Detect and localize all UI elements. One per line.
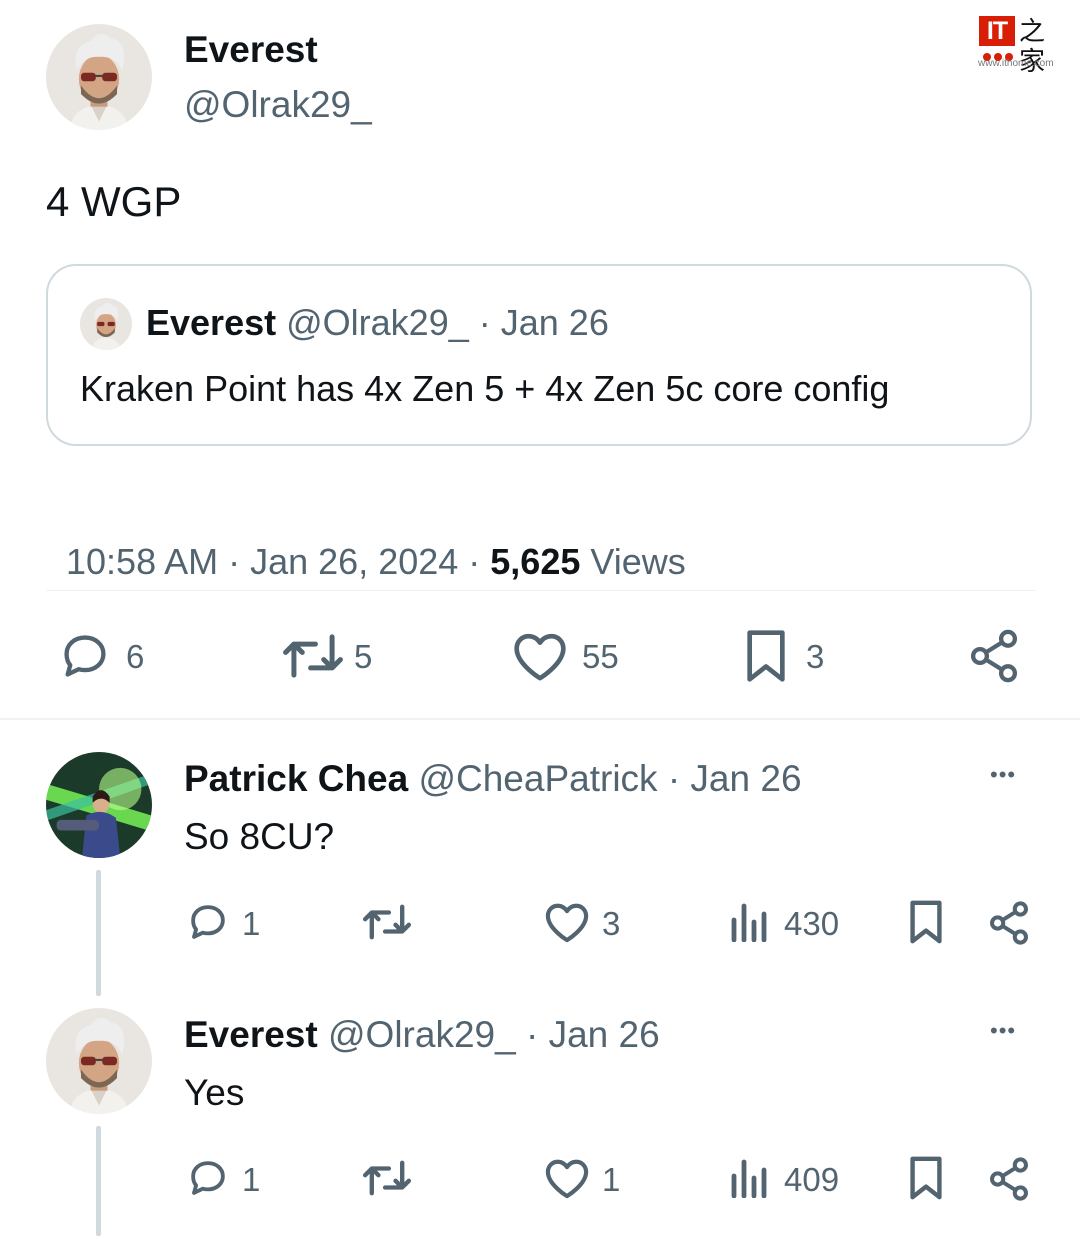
quoted-date: · Jan 26 <box>478 302 609 343</box>
watermark-dots <box>983 48 1019 61</box>
views-count: 5,625 <box>490 541 581 582</box>
like-icon[interactable] <box>544 901 590 943</box>
share-icon[interactable] <box>988 1156 1030 1202</box>
reply-icon[interactable] <box>186 901 230 943</box>
watermark-url: www.ithome.com <box>978 58 1054 69</box>
share-icon[interactable] <box>968 628 1020 684</box>
views-icon[interactable] <box>728 1158 768 1198</box>
bookmark-count: 3 <box>806 638 825 675</box>
author-name[interactable]: Everest <box>184 29 318 71</box>
reply-count: 1 <box>242 905 261 942</box>
views-icon[interactable] <box>728 902 768 942</box>
repost-icon[interactable] <box>362 903 412 941</box>
bookmark-icon[interactable] <box>908 899 944 945</box>
views-count: 430 <box>784 905 840 942</box>
ithome-watermark: IT 之家 www.ithome.com <box>978 14 1064 76</box>
quoted-header: Everest @Olrak29_ · Jan 26 <box>146 302 609 344</box>
reply-header: Patrick Chea @CheaPatrick · Jan 26 <box>184 758 802 800</box>
repost-icon[interactable] <box>282 632 344 680</box>
quoted-author-avatar <box>80 298 132 350</box>
views-label: Views <box>580 541 686 582</box>
tweet-timestamp: 10:58 AM · Jan 26, 2024 · <box>66 541 491 582</box>
reply-author-avatar[interactable] <box>46 752 152 858</box>
quoted-author-name: Everest <box>146 302 277 343</box>
bookmark-icon[interactable] <box>908 1155 944 1201</box>
repost-count: 5 <box>354 638 373 675</box>
divider <box>0 718 1080 720</box>
like-icon[interactable] <box>544 1157 590 1199</box>
reply-author-handle[interactable]: @CheaPatrick <box>418 758 657 799</box>
reply-icon[interactable] <box>58 630 112 682</box>
tweet-text: 4 WGP <box>46 178 182 225</box>
watermark-logo: IT <box>979 16 1015 46</box>
thread-line <box>96 870 101 996</box>
reply-date[interactable]: · Jan 26 <box>526 1014 660 1055</box>
like-count: 1 <box>602 1161 621 1198</box>
reply-author-name[interactable]: Everest <box>184 1014 318 1055</box>
like-count: 3 <box>602 905 621 942</box>
reply-text: So 8CU? <box>184 816 335 857</box>
like-count: 55 <box>582 638 619 675</box>
bookmark-icon[interactable] <box>744 628 788 684</box>
reply-icon[interactable] <box>186 1157 230 1199</box>
reply-count: 6 <box>126 638 145 675</box>
quoted-text: Kraken Point has 4x Zen 5 + 4x Zen 5c co… <box>80 368 890 409</box>
tweet-meta: 10:58 AM · Jan 26, 2024 · 5,625 Views <box>46 499 686 583</box>
reply-author-avatar[interactable] <box>46 1008 152 1114</box>
author-avatar[interactable] <box>46 24 152 130</box>
like-icon[interactable] <box>512 630 568 682</box>
quoted-tweet-card[interactable]: Everest @Olrak29_ · Jan 26 Kraken Point … <box>46 264 1032 446</box>
reply-author-name[interactable]: Patrick Chea <box>184 758 408 799</box>
author-handle[interactable]: @Olrak29_ <box>184 84 372 126</box>
thread-line <box>96 1126 101 1236</box>
reply-date[interactable]: · Jan 26 <box>668 758 802 799</box>
views-count: 409 <box>784 1161 840 1198</box>
more-icon[interactable]: ••• <box>990 1018 1016 1044</box>
share-icon[interactable] <box>988 900 1030 946</box>
quoted-author-handle: @Olrak29_ <box>286 302 469 343</box>
reply-count: 1 <box>242 1161 261 1198</box>
divider <box>46 590 1036 591</box>
reply-header: Everest @Olrak29_ · Jan 26 <box>184 1014 660 1056</box>
repost-icon[interactable] <box>362 1159 412 1197</box>
more-icon[interactable]: ••• <box>990 762 1016 788</box>
reply-author-handle[interactable]: @Olrak29_ <box>328 1014 516 1055</box>
reply-text: Yes <box>184 1072 245 1113</box>
